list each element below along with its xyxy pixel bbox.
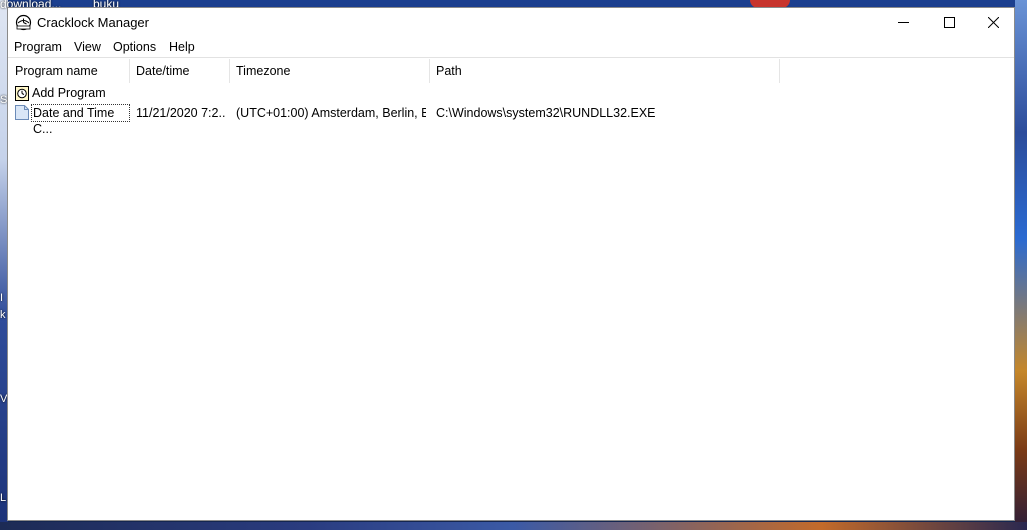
list-item-program[interactable]: Date and Time C... 11/21/2020 7:2... (UT… [9, 104, 1013, 136]
maximize-button[interactable] [926, 8, 972, 37]
column-header-path[interactable]: Path [430, 59, 780, 83]
desktop-background-right [1015, 0, 1027, 530]
program-path: C:\Windows\system32\RUNDLL32.EXE [436, 106, 656, 120]
column-header-program-name[interactable]: Program name [9, 59, 130, 83]
program-name: Add Program [32, 86, 106, 100]
desktop-edge-text: L [0, 492, 7, 504]
program-name: Date and Time C... [31, 104, 130, 136]
minimize-button[interactable] [880, 8, 926, 37]
menu-help[interactable]: Help [169, 40, 195, 54]
cracklock-manager-window: Cracklock Manager Program View Options H… [7, 7, 1015, 521]
app-clock-icon [15, 14, 32, 31]
add-program-icon [15, 86, 29, 101]
desktop-background-bottom [0, 522, 1027, 530]
menu-separator [8, 57, 1014, 58]
column-header-timezone[interactable]: Timezone [230, 59, 430, 83]
title-bar[interactable]: Cracklock Manager [8, 8, 1014, 37]
program-file-icon [15, 105, 29, 120]
close-button[interactable] [970, 8, 1016, 37]
menu-options[interactable]: Options [113, 40, 156, 54]
program-list[interactable]: Program name Date/time Timezone Path Add… [9, 59, 1013, 519]
maximize-icon [943, 17, 955, 28]
list-header: Program name Date/time Timezone Path [9, 59, 1013, 83]
program-timezone: (UTC+01:00) Amsterdam, Berlin, B... [236, 106, 426, 120]
menu-view[interactable]: View [74, 40, 101, 54]
column-header-datetime[interactable]: Date/time [130, 59, 230, 83]
desktop-edge-text: k [0, 309, 6, 321]
list-item-add-program[interactable]: Add Program [9, 85, 1013, 103]
close-icon [987, 17, 999, 28]
minimize-icon [897, 22, 909, 23]
window-title: Cracklock Manager [37, 15, 149, 30]
menu-bar: Program View Options Help [8, 37, 1014, 57]
program-datetime: 11/21/2020 7:2... [136, 106, 226, 120]
menu-program[interactable]: Program [14, 40, 62, 54]
desktop-edge-text: I [0, 292, 4, 304]
